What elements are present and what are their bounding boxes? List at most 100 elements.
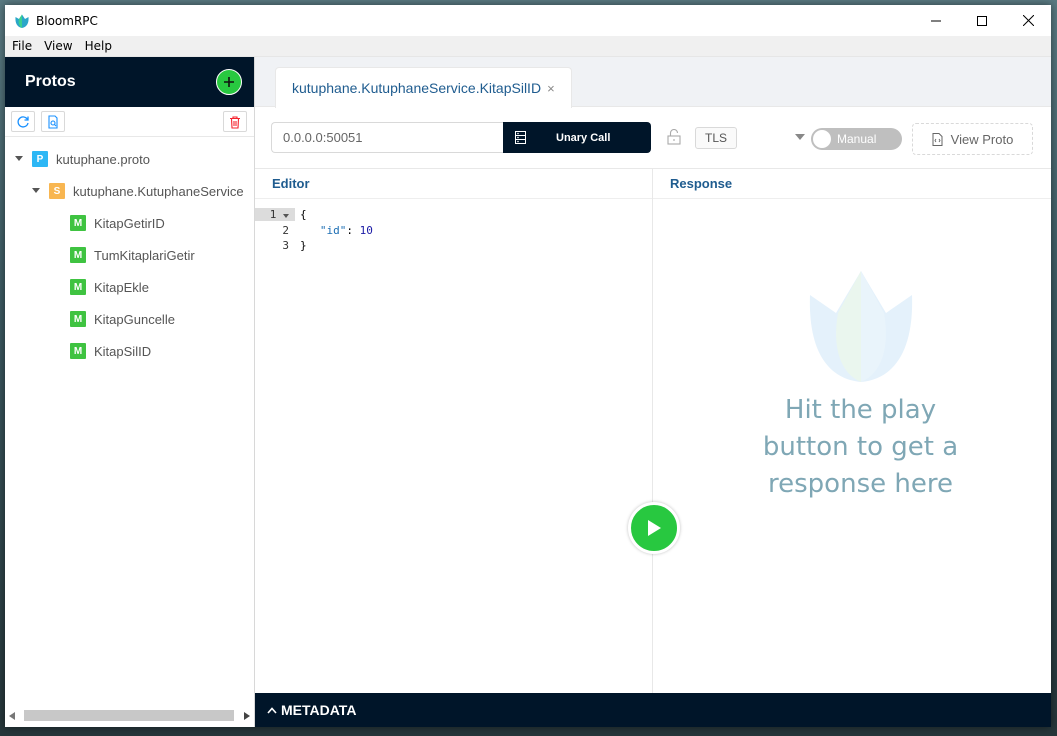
reload-icon [17, 115, 29, 128]
sidebar-toolbar [5, 107, 254, 137]
main-area: kutuphane.KutuphaneService.KitapSilID × … [255, 57, 1051, 727]
tree-item-method[interactable]: M KitapGetirID [5, 207, 254, 239]
fold-caret-icon[interactable] [283, 214, 289, 219]
call-type-button[interactable]: Unary Call [503, 122, 651, 153]
reload-protos-button[interactable] [11, 111, 35, 132]
tree-item-proto-file[interactable]: P kutuphane.proto [5, 143, 254, 175]
code-line: 1 { [255, 207, 652, 223]
maximize-icon [977, 15, 987, 26]
toggle-label: Manual [837, 132, 877, 146]
menu-help[interactable]: Help [79, 39, 118, 53]
metadata-label: METADATA [281, 702, 357, 718]
request-bar: Unary Call TLS Manual View Proto [255, 107, 1051, 169]
title-bar: BloomRPC [5, 5, 1051, 36]
code-text: { [300, 208, 307, 222]
tree-item-label: KitapSilID [94, 343, 152, 359]
tree-item-label: KitapGetirID [94, 215, 165, 231]
tab-bar: kutuphane.KutuphaneService.KitapSilID × [255, 57, 1051, 108]
tree-item-method[interactable]: M KitapEkle [5, 271, 254, 303]
tab-label: kutuphane.KutuphaneService.KitapSilID [292, 80, 542, 96]
json-value: 10 [359, 223, 373, 237]
code-text: "id": 10 [319, 223, 373, 237]
chevron-up-icon [267, 706, 277, 714]
method-badge: M [70, 279, 86, 295]
method-badge: M [70, 311, 86, 327]
tree-item-label: kutuphane.KutuphaneService [73, 183, 244, 199]
editor-response-panes: Editor 1 { 2 "id": 10 3 } Response Hit t… [255, 169, 1051, 727]
play-button[interactable] [628, 502, 680, 554]
code-editor[interactable]: 1 { 2 "id": 10 3 } [255, 199, 652, 254]
import-paths-button[interactable] [41, 111, 65, 132]
view-proto-button[interactable]: View Proto [912, 123, 1033, 155]
caret-down-icon[interactable] [795, 134, 805, 140]
method-badge: M [70, 343, 86, 359]
minimize-button[interactable] [913, 5, 959, 36]
tulip-logo-icon [809, 271, 912, 382]
caret-down-icon[interactable] [31, 186, 41, 196]
proto-tree: P kutuphane.proto S kutuphane.KutuphaneS… [5, 137, 254, 367]
call-type-label: Unary Call [556, 131, 611, 144]
editor-title: Editor [255, 169, 652, 199]
tree-item-method[interactable]: M KitapGuncelle [5, 303, 254, 335]
app-body: Protos P kutuphane.proto S kutuphane.Kut… [5, 57, 1051, 727]
minimize-icon [931, 20, 941, 21]
json-key: "id" [319, 223, 347, 237]
scroll-right-icon[interactable] [244, 711, 250, 720]
add-proto-button[interactable] [216, 69, 242, 95]
code-line: 3 } [255, 238, 652, 254]
sidebar: Protos P kutuphane.proto S kutuphane.Kut… [5, 57, 255, 727]
response-pane: Response Hit the play button to get a re… [653, 169, 1051, 727]
scroll-left-icon[interactable] [9, 711, 15, 720]
tree-item-label: kutuphane.proto [56, 151, 150, 167]
method-badge: M [70, 247, 86, 263]
plus-icon [224, 77, 234, 87]
tab-close-icon[interactable]: × [547, 81, 555, 96]
file-search-icon [48, 114, 58, 129]
app-window: BloomRPC File View Help Protos P kutupha… [5, 5, 1051, 727]
tree-item-label: KitapEkle [94, 279, 149, 295]
response-title: Response [653, 169, 1051, 199]
menu-view[interactable]: View [38, 39, 78, 53]
tree-item-service[interactable]: S kutuphane.KutuphaneService [5, 175, 254, 207]
code-line: 2 "id": 10 [255, 223, 652, 239]
tree-item-label: KitapGuncelle [94, 311, 175, 327]
scrollbar-track[interactable] [19, 710, 240, 721]
play-icon [648, 520, 661, 536]
proto-badge: P [32, 151, 48, 167]
metadata-toggle[interactable]: METADATA [255, 693, 1051, 727]
delete-all-button[interactable] [223, 111, 247, 132]
close-icon [1022, 15, 1034, 26]
window-title: BloomRPC [36, 13, 98, 28]
sidebar-header: Protos [5, 57, 254, 107]
menu-bar: File View Help [5, 36, 1051, 57]
method-badge: M [70, 215, 86, 231]
response-hint: Hit the play button to get a response he… [762, 395, 959, 499]
file-icon [932, 132, 943, 146]
sidebar-title: Protos [25, 73, 76, 90]
line-number: 2 [282, 223, 289, 237]
tree-item-method[interactable]: M TumKitaplariGetir [5, 239, 254, 271]
response-placeholder: Hit the play button to get a response he… [753, 269, 968, 503]
server-icon [515, 131, 526, 144]
trash-icon [230, 115, 240, 129]
tree-item-method[interactable]: M KitapSilID [5, 335, 254, 367]
close-window-button[interactable] [1005, 5, 1051, 36]
maximize-button[interactable] [959, 5, 1005, 36]
menu-file[interactable]: File [5, 39, 38, 53]
sidebar-horizontal-scrollbar[interactable] [5, 707, 254, 724]
tab-kitapsilid[interactable]: kutuphane.KutuphaneService.KitapSilID × [275, 67, 572, 108]
code-text: } [300, 239, 307, 253]
manual-toggle[interactable]: Manual [811, 128, 902, 150]
scrollbar-thumb[interactable] [24, 710, 234, 721]
unlock-icon[interactable] [667, 129, 681, 145]
service-badge: S [49, 183, 65, 199]
line-number: 1 [255, 208, 295, 222]
window-controls [913, 5, 1051, 36]
address-group: Unary Call [271, 122, 651, 153]
tree-item-label: TumKitaplariGetir [94, 247, 195, 263]
bloomrpc-logo-icon [15, 14, 29, 28]
server-address-input[interactable] [271, 122, 503, 153]
tls-button[interactable]: TLS [695, 127, 737, 149]
view-proto-label: View Proto [950, 131, 1014, 147]
caret-down-icon[interactable] [14, 154, 24, 164]
